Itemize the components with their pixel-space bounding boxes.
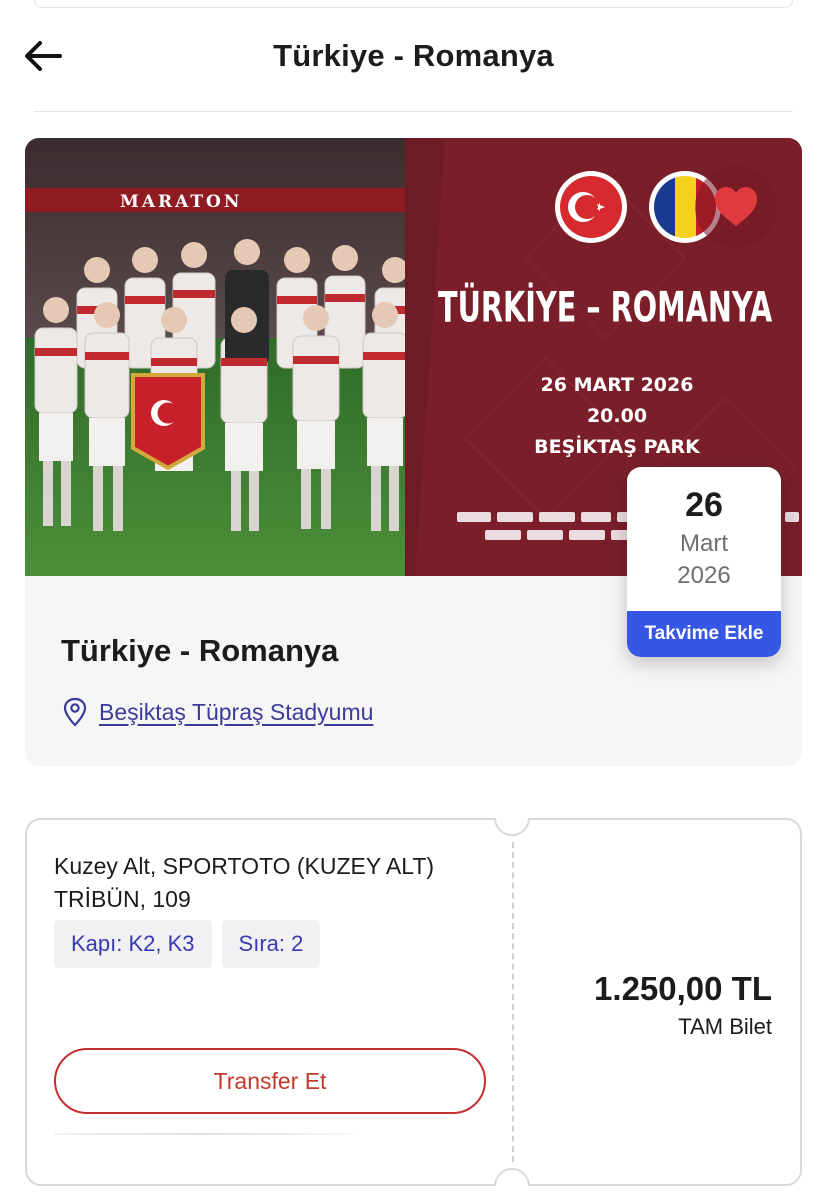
- header-divider: [34, 111, 793, 112]
- transfer-button[interactable]: Transfer Et: [54, 1048, 486, 1114]
- poster-title: TÜRKİYE – ROMANYA: [438, 283, 772, 332]
- ticket-perforation: [512, 842, 514, 1162]
- poster-date: 26 MART 2026: [541, 374, 694, 396]
- page-title: Türkiye - Romanya: [273, 38, 554, 73]
- venue-name[interactable]: Beşiktaş Tüpraş Stadyumu: [99, 699, 373, 726]
- ticket-card: Kuzey Alt, SPORTOTO (KUZEY ALT) TRİBÜN, …: [25, 818, 802, 1186]
- ticket-type: TAM Bilet: [678, 1014, 772, 1039]
- ticket-price: 1.250,00 TL: [594, 970, 772, 1007]
- date-year: 2026: [677, 562, 731, 589]
- gate-badge: Kapı: K2, K3: [54, 920, 212, 968]
- stadium-sign: MARATON: [120, 192, 242, 212]
- page-header: Türkiye - Romanya: [0, 22, 827, 92]
- date-month: Mart: [680, 530, 728, 557]
- poster-venue: BEŞİKTAŞ PARK: [534, 434, 701, 458]
- event-card: MARATON TÜRKİYE – ROMANYA 26 MART 2026 2…: [25, 138, 802, 766]
- date-day: 26: [685, 486, 723, 524]
- favorite-button[interactable]: [695, 166, 777, 248]
- seat-tags: Kapı: K2, K3 Sıra: 2: [54, 920, 321, 968]
- venue-link[interactable]: Beşiktaş Tüpraş Stadyumu: [61, 696, 373, 728]
- faded-text-line: [54, 1133, 354, 1135]
- location-pin-icon: [63, 697, 87, 727]
- turkey-flag-icon: [555, 171, 627, 243]
- date-card: 26 Mart 2026 Takvime Ekle: [627, 467, 781, 657]
- heart-icon: [715, 187, 757, 226]
- poster-time: 20.00: [587, 405, 647, 427]
- event-name: Türkiye - Romanya: [61, 633, 339, 668]
- previous-section-edge: [34, 0, 793, 8]
- ticket-notch-bottom: [494, 1168, 530, 1186]
- seat-info: Kuzey Alt, SPORTOTO (KUZEY ALT) TRİBÜN, …: [54, 853, 435, 912]
- team-photo: MARATON: [25, 138, 425, 576]
- ticket-notch-top: [494, 818, 530, 836]
- add-to-calendar-button[interactable]: Takvime Ekle: [627, 611, 781, 657]
- row-badge: Sıra: 2: [221, 920, 321, 968]
